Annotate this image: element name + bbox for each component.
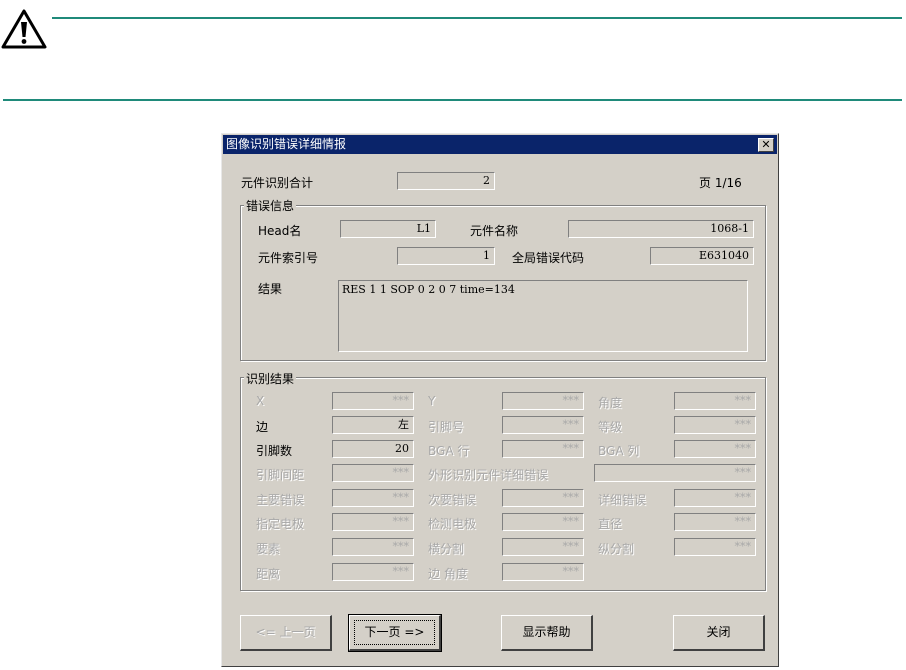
- part-name-label: 元件名称: [470, 224, 519, 238]
- pin-pitch-field: ***: [332, 464, 414, 482]
- side-field: 左: [332, 416, 414, 434]
- close-button[interactable]: 关闭: [673, 615, 765, 651]
- recog-result-group-title: 识别结果: [244, 370, 297, 387]
- error-info-group-title: 错误信息: [244, 197, 297, 214]
- element-label: 要素: [256, 542, 281, 556]
- prev-page-button[interactable]: <= 上一页: [240, 615, 332, 651]
- diameter-field: ***: [674, 513, 756, 531]
- pin-count-field: 20: [332, 440, 414, 458]
- y-field: ***: [502, 392, 584, 410]
- h-split-label: 横分割: [428, 542, 465, 556]
- side-angle-field: ***: [502, 563, 584, 581]
- shape-detail-error-field: ***: [594, 464, 756, 482]
- side-angle-label: 边 角度: [428, 567, 468, 581]
- detected-electrode-field: ***: [502, 513, 584, 531]
- pin-count-label: 引脚数: [256, 444, 293, 458]
- global-code-label: 全局错误代码: [512, 251, 585, 265]
- angle-label: 角度: [598, 396, 623, 410]
- x-field: ***: [332, 392, 414, 410]
- diameter-label: 直径: [598, 517, 623, 531]
- page-indicator: 页 1/16: [699, 176, 742, 190]
- distance-label: 距离: [256, 567, 281, 581]
- grade-field: ***: [674, 416, 756, 434]
- show-help-button[interactable]: 显示帮助: [501, 615, 593, 651]
- side-label: 边: [256, 420, 269, 434]
- pin-no-label: 引脚号: [428, 420, 465, 434]
- bga-col-label: BGA 列: [598, 444, 640, 458]
- head-label: Head名: [258, 224, 302, 238]
- angle-field: ***: [674, 392, 756, 410]
- total-label: 元件识别合计: [241, 176, 314, 190]
- dialog-titlebar: 图像识别错误详细情报 ✕: [223, 135, 777, 154]
- total-field: 2: [397, 172, 495, 190]
- focus-rect: [354, 620, 435, 645]
- detail-error-label: 详细错误: [598, 493, 647, 507]
- distance-field: ***: [332, 563, 414, 581]
- result-label: 结果: [258, 282, 283, 296]
- next-page-button[interactable]: 下一页 =>: [348, 614, 442, 652]
- bga-row-label: BGA 行: [428, 444, 470, 458]
- main-error-label: 主要错误: [256, 493, 305, 507]
- error-detail-dialog: 图像识别错误详细情报 ✕ 元件识别合计 2 页 1/16 错误信息 Head名 …: [221, 133, 779, 667]
- result-textarea: RES 1 1 SOP 0 2 0 7 time=134: [338, 280, 748, 352]
- detected-electrode-label: 检测电极: [428, 517, 477, 531]
- bga-col-field: ***: [674, 440, 756, 458]
- v-split-label: 纵分割: [598, 542, 635, 556]
- dialog-title: 图像识别错误详细情报: [226, 137, 347, 151]
- close-icon[interactable]: ✕: [758, 138, 774, 152]
- x-label: X: [256, 394, 265, 408]
- sub-error-field: ***: [502, 489, 584, 507]
- h-split-field: ***: [502, 538, 584, 556]
- bga-row-field: ***: [502, 440, 584, 458]
- pin-no-field: ***: [502, 416, 584, 434]
- head-field: L1: [340, 220, 436, 238]
- header-top-rule: [52, 17, 902, 19]
- global-code-field: E631040: [650, 247, 754, 265]
- part-name-field: 1068-1: [568, 220, 754, 238]
- sub-error-label: 次要错误: [428, 493, 477, 507]
- index-label: 元件索引号: [258, 251, 319, 265]
- warning-icon: [0, 8, 48, 50]
- shape-detail-error-label: 外形识别元件详细错误: [428, 468, 549, 482]
- grade-label: 等级: [598, 420, 623, 434]
- v-split-field: ***: [674, 538, 756, 556]
- pin-pitch-label: 引脚间距: [256, 468, 305, 482]
- detail-error-field: ***: [674, 489, 756, 507]
- element-field: ***: [332, 538, 414, 556]
- index-field: 1: [397, 247, 495, 265]
- main-error-field: ***: [332, 489, 414, 507]
- specified-electrode-field: ***: [332, 513, 414, 531]
- header-bottom-rule: [3, 99, 902, 101]
- y-label: Y: [428, 394, 436, 408]
- specified-electrode-label: 指定电极: [256, 517, 305, 531]
